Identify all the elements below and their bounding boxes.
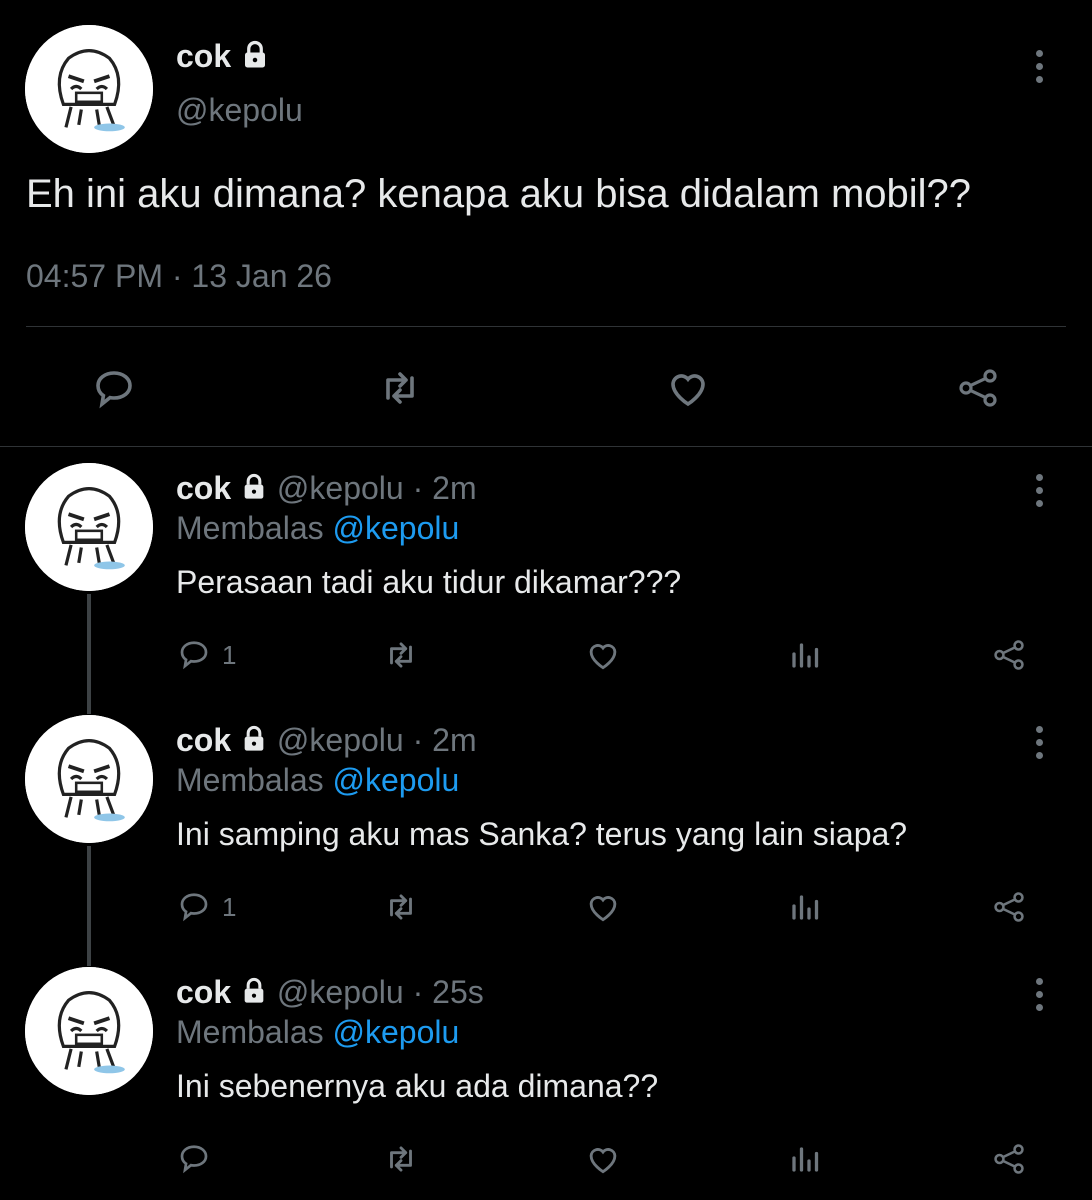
display-name[interactable]: cok: [176, 974, 231, 1010]
share-icon[interactable]: [954, 364, 1002, 412]
thread-line: [87, 594, 91, 714]
more-icon[interactable]: [1033, 474, 1045, 513]
avatar[interactable]: [25, 25, 153, 153]
avatar[interactable]: [25, 967, 153, 1095]
handle-time[interactable]: @kepolu · 2m: [277, 722, 477, 758]
analytics-icon[interactable]: [788, 888, 824, 924]
mention-link[interactable]: @kepolu: [333, 510, 460, 546]
avatar[interactable]: [25, 463, 153, 591]
like-icon[interactable]: [584, 636, 622, 674]
reply-icon[interactable]: [176, 1140, 212, 1176]
reply-icon[interactable]: [90, 364, 138, 412]
avatar-drawing: [25, 715, 153, 843]
display-name[interactable]: cok: [176, 470, 231, 506]
retweet-icon[interactable]: [382, 636, 420, 674]
reply-count: 1: [222, 892, 237, 922]
analytics-icon[interactable]: [788, 636, 824, 672]
lock-icon: [240, 724, 268, 761]
reply-icon[interactable]: [176, 888, 212, 924]
analytics-icon[interactable]: [788, 1140, 824, 1176]
reply-header: cok @kepolu · 25s: [176, 974, 484, 1013]
divider: [26, 326, 1066, 327]
more-icon[interactable]: [1033, 978, 1045, 1017]
lock-icon: [240, 472, 268, 509]
replying-to: Membalas @kepolu: [176, 762, 459, 799]
avatar-drawing: [25, 967, 153, 1095]
avatar[interactable]: [25, 715, 153, 843]
divider: [0, 446, 1092, 447]
reply-count: 1: [222, 640, 237, 670]
timestamp[interactable]: 04:57 PM · 13 Jan 26: [26, 258, 332, 295]
mention-link[interactable]: @kepolu: [333, 762, 460, 798]
replying-label: Membalas: [176, 1014, 324, 1050]
avatar-drawing: [25, 25, 153, 153]
reply-header: cok @kepolu · 2m: [176, 722, 477, 761]
more-icon[interactable]: [1033, 726, 1045, 765]
reply-header: cok @kepolu · 2m: [176, 470, 477, 509]
lock-icon: [240, 40, 270, 78]
mention-link[interactable]: @kepolu: [333, 1014, 460, 1050]
replying-label: Membalas: [176, 762, 324, 798]
share-icon[interactable]: [990, 636, 1028, 674]
reply-text: Perasaan tadi aku tidur dikamar???: [176, 564, 682, 600]
thread-line: [87, 846, 91, 966]
tweet-text: Eh ini aku dimana? kenapa aku bisa didal…: [26, 172, 972, 216]
like-icon[interactable]: [584, 1140, 622, 1178]
share-icon[interactable]: [990, 1140, 1028, 1178]
handle[interactable]: @kepolu: [176, 92, 303, 129]
reply-icon[interactable]: [176, 636, 212, 672]
retweet-icon[interactable]: [382, 888, 420, 926]
avatar-drawing: [25, 463, 153, 591]
display-name[interactable]: cok: [176, 722, 231, 758]
like-icon[interactable]: [584, 888, 622, 926]
handle-time[interactable]: @kepolu · 2m: [277, 470, 477, 506]
reply-text: Ini sebenernya aku ada dimana??: [176, 1068, 659, 1104]
more-icon[interactable]: [1033, 50, 1045, 89]
replying-to: Membalas @kepolu: [176, 510, 459, 547]
retweet-icon[interactable]: [382, 1140, 420, 1178]
share-icon[interactable]: [990, 888, 1028, 926]
display-name[interactable]: cok: [176, 38, 270, 78]
handle-time[interactable]: @kepolu · 25s: [277, 974, 484, 1010]
reply-text: Ini samping aku mas Sanka? terus yang la…: [176, 816, 908, 852]
replying-to: Membalas @kepolu: [176, 1014, 459, 1051]
replying-label: Membalas: [176, 510, 324, 546]
retweet-icon[interactable]: [376, 364, 424, 412]
lock-icon: [240, 976, 268, 1013]
like-icon[interactable]: [664, 364, 712, 412]
